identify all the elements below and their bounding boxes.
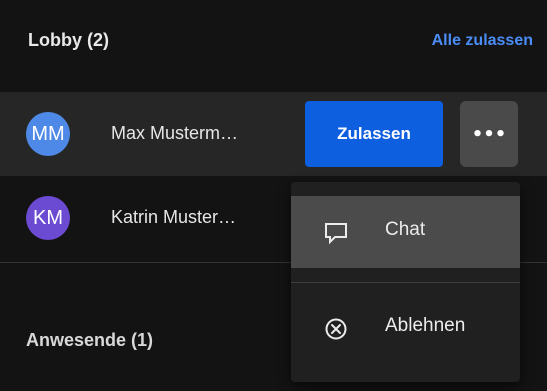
admit-button[interactable]: Zulassen — [305, 101, 443, 167]
menu-item-chat[interactable]: Chat — [291, 196, 520, 268]
menu-item-reject[interactable]: Ablehnen — [291, 294, 520, 366]
menu-item-label: Ablehnen — [385, 315, 466, 336]
reject-circle-x-icon — [323, 316, 349, 342]
participant-context-menu: Chat Ablehnen — [291, 182, 520, 382]
menu-item-label: Chat — [385, 219, 426, 240]
lobby-header: Lobby (2) Alle zulassen — [0, 0, 547, 84]
avatar: KM — [26, 196, 70, 240]
lobby-title: Lobby (2) — [28, 30, 109, 50]
attendees-section-title: Anwesende (1) — [26, 330, 154, 350]
avatar: MM — [26, 112, 70, 156]
chat-icon — [323, 220, 349, 246]
lobby-participant-row: MM Max Musterm… Zulassen ••• — [0, 92, 547, 176]
avatar-initials: KM — [33, 206, 63, 229]
avatar-initials: MM — [31, 122, 65, 145]
more-options-button[interactable]: ••• — [460, 101, 518, 167]
lobby-panel: Lobby (2) Alle zulassen MM Max Musterm… … — [0, 0, 547, 391]
admit-all-link[interactable]: Alle zulassen — [432, 32, 533, 50]
menu-divider — [291, 282, 520, 283]
participant-name: Katrin Muster… — [111, 207, 237, 227]
participant-name: Max Musterm… — [111, 123, 239, 143]
